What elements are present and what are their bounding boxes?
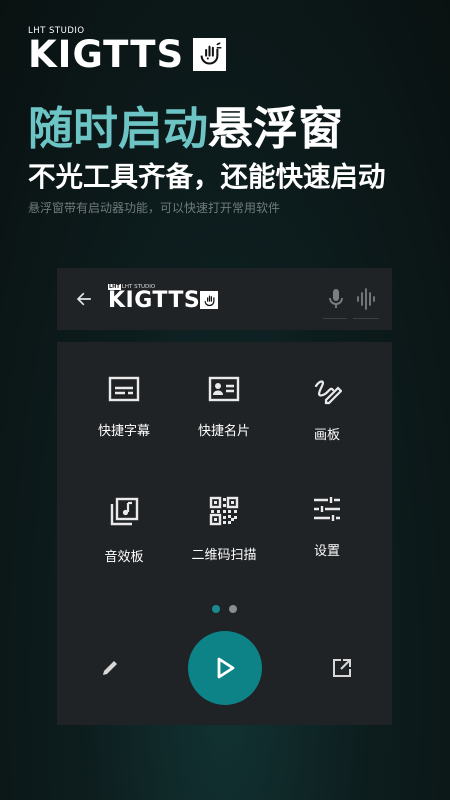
contact-card-icon (207, 376, 241, 402)
headline: 随时启动悬浮窗 (28, 102, 343, 156)
tool-settings[interactable]: 设置 (277, 462, 377, 559)
tool-label: 二维码扫描 (191, 548, 257, 563)
tune-settings-icon (310, 496, 344, 522)
tool-sound-board[interactable]: 音效板 (74, 462, 174, 565)
brand-logo-block: LHT STUDIO KIGTTS (28, 26, 238, 76)
sound-wave-icon[interactable] (354, 285, 378, 313)
draw-icon (310, 376, 344, 406)
subtitles-icon (107, 376, 141, 402)
tool-qr-scan[interactable]: 二维码扫描 (174, 462, 274, 563)
page-indicator (212, 605, 237, 613)
tool-label: 快捷字幕 (97, 424, 150, 439)
headline-rest: 悬浮窗 (208, 102, 344, 155)
page-dot[interactable] (229, 605, 237, 613)
tool-label: 快捷名片 (197, 424, 250, 439)
open-external-icon[interactable] (329, 655, 355, 681)
tool-quick-subtitles[interactable]: 快捷字幕 (74, 342, 174, 439)
tool-quick-card[interactable]: 快捷名片 (174, 342, 274, 439)
caption: 悬浮窗带有启动器功能，可以快速打开常用软件 (28, 201, 281, 215)
wave-underline (353, 318, 379, 319)
headline-accent: 随时启动 (28, 102, 209, 155)
play-button[interactable] (188, 631, 262, 705)
mini-brand-logo: LHT LHT STUDIO KIGTTS (108, 284, 228, 314)
tool-label: 画板 (313, 428, 340, 443)
back-arrow-icon[interactable] (73, 288, 95, 310)
app-name: KIGTTS (28, 33, 185, 76)
microphone-icon[interactable] (326, 285, 346, 313)
qr-code-icon (207, 496, 241, 526)
app-top-bar: LHT LHT STUDIO KIGTTS (57, 268, 392, 330)
mini-app-name: KIGTTS (108, 288, 201, 313)
launcher-panel: 快捷字幕 快捷名片 画板 音效板 二维码扫描 设置 (57, 342, 392, 725)
hand-wave-logo-icon (193, 38, 226, 71)
page-dot-active[interactable] (212, 605, 220, 613)
mini-hand-wave-logo-icon (200, 291, 218, 309)
tool-label: 设置 (313, 544, 340, 559)
tool-label: 音效板 (104, 550, 144, 565)
subheadline: 不光工具齐备，还能快速启动 (28, 161, 386, 193)
music-library-icon (107, 496, 141, 528)
mic-underline (323, 318, 347, 319)
play-icon (217, 657, 235, 679)
pencil-icon[interactable] (97, 655, 123, 681)
tool-drawing-board[interactable]: 画板 (277, 342, 377, 443)
